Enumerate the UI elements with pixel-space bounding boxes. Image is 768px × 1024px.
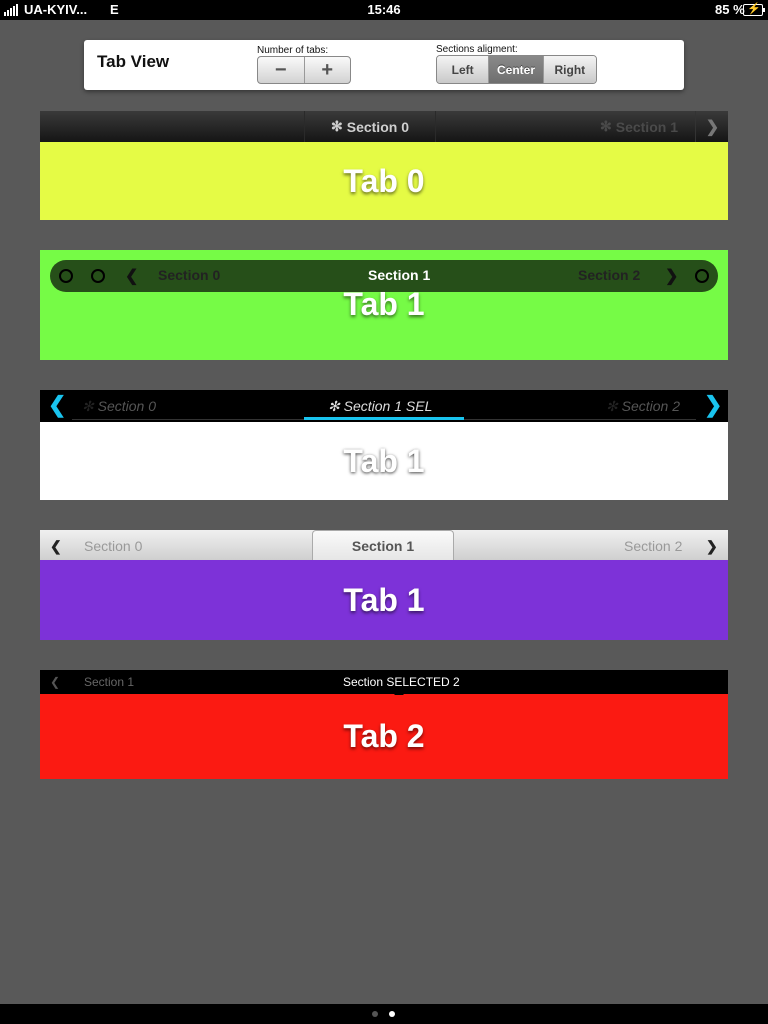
battery-icon: ⚡	[743, 3, 765, 16]
alignment-segmented-control[interactable]: Left Center Right	[436, 55, 597, 84]
page-dot[interactable]	[372, 1011, 378, 1017]
circle-icon[interactable]	[59, 269, 73, 283]
section-tab[interactable]: Section 0	[84, 538, 142, 554]
section-bar: ✻ Section 0 ✻ Section 1 ❯	[40, 111, 728, 142]
align-center-button[interactable]: Center	[489, 56, 544, 83]
section-tab[interactable]: ✻ Section 2	[606, 398, 680, 415]
section-tab-selected[interactable]: Section SELECTED 2	[343, 675, 460, 689]
section-bar: ❮ ✻ Section 0 ✻ Section 1 SEL ✻ Section …	[40, 390, 728, 422]
chevron-right-icon[interactable]: ❯	[704, 392, 722, 418]
asterisk-icon: ✻	[82, 398, 94, 414]
selection-indicator	[394, 690, 404, 695]
chevron-right-icon[interactable]: ❯	[695, 111, 729, 142]
chevron-right-icon[interactable]: ❯	[706, 538, 718, 555]
number-of-tabs-label: Number of tabs:	[257, 45, 329, 56]
section-tab-selected[interactable]: Section 1	[312, 530, 454, 560]
section-label: Section 1	[615, 118, 678, 135]
section-bar: ❮ Section 1 Section SELECTED 2	[40, 670, 728, 695]
section-bar: ❮ Section 0 Section 1 Section 2 ❯	[40, 530, 728, 560]
section-tab[interactable]: Section 2	[578, 267, 640, 283]
asterisk-icon: ✻	[606, 398, 618, 414]
tabs-stepper[interactable]: − +	[257, 56, 351, 84]
align-right-button[interactable]: Right	[543, 56, 596, 83]
sections-alignment-label: Sections aligment:	[436, 44, 518, 55]
section-bar: ❮ Section 0 Section 1 Section 2 ❯	[50, 260, 718, 292]
chevron-left-icon[interactable]: ❮	[125, 266, 138, 286]
circle-icon[interactable]	[695, 269, 709, 283]
section-label: Section 2	[621, 398, 680, 414]
chevron-left-icon[interactable]: ❮	[50, 675, 60, 689]
asterisk-icon: ✻	[600, 118, 612, 134]
asterisk-icon: ✻	[331, 118, 343, 134]
asterisk-icon: ✻	[328, 398, 340, 414]
section-tab[interactable]: Section 0	[158, 267, 220, 283]
section-tab[interactable]: ✻ Section 0	[82, 398, 156, 415]
circle-icon[interactable]	[91, 269, 105, 283]
section-tab-selected[interactable]: ✻ Section 1 SEL	[328, 398, 432, 415]
tab-content: Tab 1	[40, 422, 728, 500]
tab-content: Tab 0	[40, 142, 728, 220]
battery-percent: 85 %	[715, 2, 745, 17]
page-dot-active[interactable]	[389, 1011, 395, 1017]
tab-content: Tab 1	[40, 560, 728, 640]
control-panel: Tab View Number of tabs: − + Sections al…	[84, 40, 684, 90]
chevron-right-icon[interactable]: ❯	[665, 266, 678, 286]
chevron-left-icon[interactable]: ❮	[50, 538, 62, 555]
tab-content: Tab 2	[40, 694, 728, 779]
chevron-left-icon[interactable]: ❮	[48, 392, 66, 418]
page-control	[0, 1004, 768, 1024]
section-label: Section 0	[346, 118, 409, 135]
status-bar: UA-KYIV... E 15:46 85 % ⚡	[0, 0, 768, 20]
decrement-button[interactable]: −	[258, 57, 305, 83]
selection-indicator	[304, 417, 464, 420]
section-tab-selected[interactable]: ✻ Section 0	[304, 111, 436, 142]
align-left-button[interactable]: Left	[437, 56, 490, 83]
section-label: Section 1 SEL	[343, 398, 433, 414]
section-tab-selected[interactable]: Section 1	[368, 267, 430, 283]
section-tab[interactable]: Section 2	[624, 538, 682, 554]
clock: 15:46	[367, 2, 401, 17]
page-title: Tab View	[97, 52, 170, 71]
section-label: Section 0	[97, 398, 156, 414]
section-tab[interactable]: Section 1	[84, 675, 134, 689]
section-tab[interactable]: ✻ Section 1	[600, 111, 678, 142]
increment-button[interactable]: +	[305, 57, 351, 83]
